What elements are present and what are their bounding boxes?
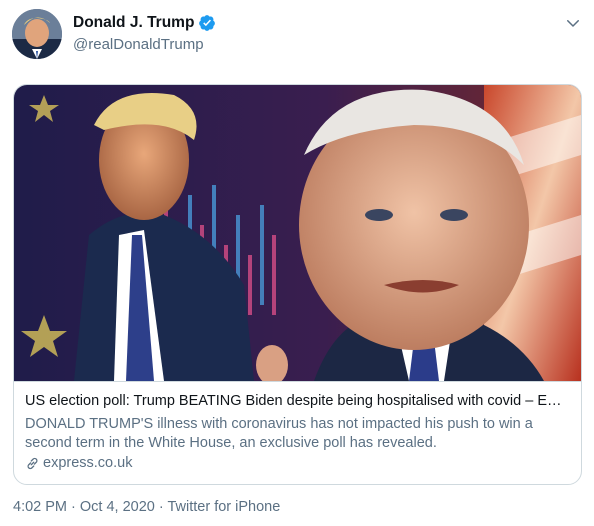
card-image [14,85,581,381]
tweet-source[interactable]: Twitter for iPhone [167,499,280,515]
verified-badge-icon [199,15,216,31]
handle[interactable]: @realDonaldTrump [73,36,204,53]
card-title[interactable]: US election poll: Trump BEATING Biden de… [25,393,570,409]
card-description: DONALD TRUMP'S illness with coronavirus … [25,416,533,451]
tweet-time[interactable]: 4:02 PM [13,499,67,515]
meta-separator-2: · [154,499,168,515]
tweet-meta: 4:02 PM · Oct 4, 2020 · Twitter for iPho… [13,499,280,515]
meta-separator-1: · [67,499,80,515]
link-card[interactable]: US election poll: Trump BEATING Biden de… [13,84,582,485]
chevron-down-icon[interactable] [564,14,582,32]
card-body[interactable]: US election poll: Trump BEATING Biden de… [14,381,581,484]
link-icon [27,457,38,469]
avatar[interactable] [12,9,62,59]
card-domain-text: express.co.uk [43,455,133,471]
tweet-date[interactable]: Oct 4, 2020 [80,499,155,515]
display-name[interactable]: Donald J. Trump [73,14,194,32]
card-domain[interactable]: express.co.uk [25,455,132,471]
tweet: Donald J. Trump @realDonaldTrump US elec… [0,0,594,526]
